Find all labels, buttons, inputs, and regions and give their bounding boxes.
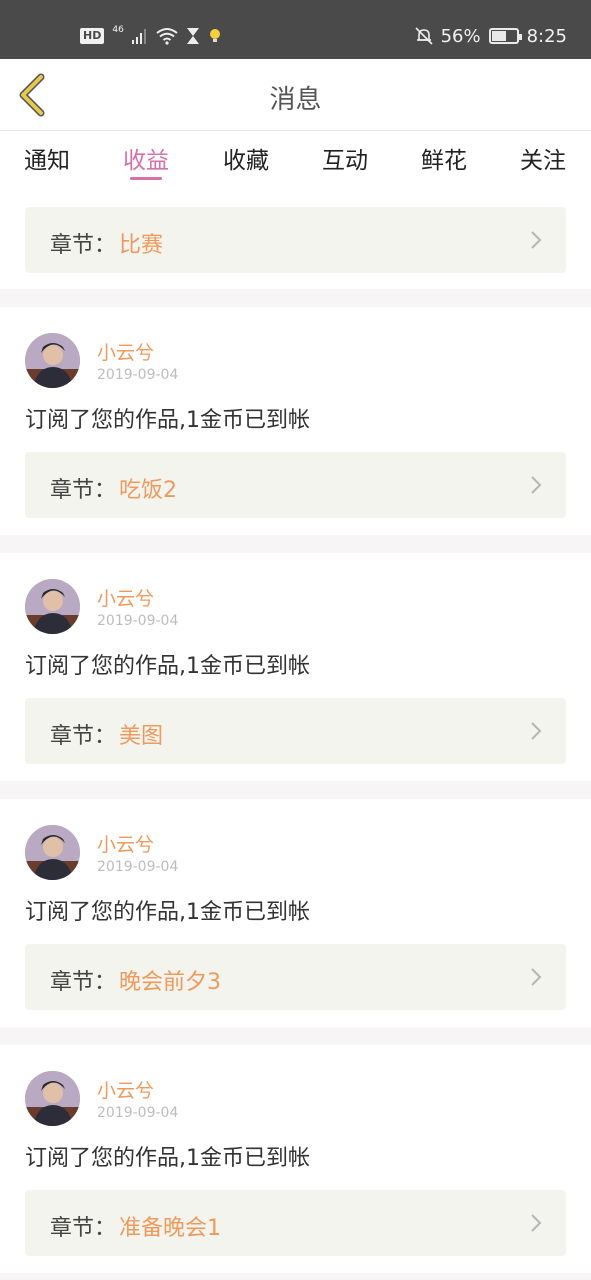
chapter-link[interactable]: 章节： 美图: [25, 698, 566, 764]
tab-following[interactable]: 关注: [507, 141, 579, 175]
status-right: 56% 8:25: [414, 22, 567, 50]
battery-percent: 56%: [440, 25, 481, 47]
chapter-label: 章节：: [50, 1216, 117, 1241]
chevron-right-icon: [531, 231, 542, 249]
chevron-right-icon: [531, 968, 542, 986]
message-card: 小云兮 2019-09-04 订阅了您的作品,1金币已到帐 章节： 准备晚会1: [0, 1045, 591, 1273]
tab-interactions[interactable]: 互动: [309, 141, 381, 175]
chapter-label: 章节：: [50, 724, 117, 749]
date: 2019-09-04: [97, 859, 179, 875]
chevron-right-icon: [531, 476, 542, 494]
chapter-name: 美图: [119, 724, 164, 749]
avatar[interactable]: [25, 333, 80, 388]
chapter-link[interactable]: 章节： 晚会前夕3: [25, 944, 566, 1010]
username[interactable]: 小云兮: [97, 338, 154, 365]
hd-badge: HD: [80, 28, 105, 44]
date: 2019-09-04: [97, 613, 179, 629]
user-row: 小云兮 2019-09-04: [0, 553, 591, 644]
message-card: 小云兮 2019-09-04 订阅了您的作品,1金币已到帐 章节： 美图: [0, 553, 591, 781]
clock: 8:25: [526, 25, 567, 47]
username[interactable]: 小云兮: [97, 584, 154, 611]
chevron-right-icon: [531, 1214, 542, 1232]
status-bar: HD 46 56% 8:25: [0, 0, 591, 59]
message-card: 章节： 比赛: [0, 187, 591, 289]
avatar-image: [25, 825, 80, 880]
divider: [0, 289, 591, 307]
chapter-name: 准备晚会1: [119, 1216, 221, 1241]
message-card: 小云兮 2019-09-04 订阅了您的作品,1金币已到帐 章节： 晚会前夕3: [0, 799, 591, 1027]
avatar[interactable]: [25, 825, 80, 880]
chevron-right-icon: [531, 722, 542, 740]
page-title: 消息: [269, 85, 322, 115]
username[interactable]: 小云兮: [97, 830, 154, 857]
username[interactable]: 小云兮: [97, 1076, 154, 1103]
divider: [0, 1273, 591, 1280]
message-text: 订阅了您的作品,1金币已到帐: [25, 1146, 310, 1171]
battery-icon: [488, 28, 522, 44]
tab-notifications[interactable]: 通知: [11, 141, 83, 175]
user-row: 小云兮 2019-09-04: [0, 1045, 591, 1136]
tab-flowers[interactable]: 鲜花: [408, 141, 480, 175]
avatar[interactable]: [25, 1071, 80, 1126]
chapter-link[interactable]: 章节： 吃饭2: [25, 452, 566, 518]
message-text: 订阅了您的作品,1金币已到帐: [25, 900, 310, 925]
chapter-label: 章节：: [50, 970, 117, 995]
wifi-icon: [156, 28, 178, 45]
user-row: 小云兮 2019-09-04: [0, 307, 591, 398]
divider: [0, 1027, 591, 1045]
user-row: 小云兮 2019-09-04: [0, 799, 591, 890]
message-feed: 章节： 比赛 小云兮 2019-09-04 订阅了您的作品,1金币已到帐 章节：…: [0, 187, 591, 1280]
message-text: 订阅了您的作品,1金币已到帐: [25, 654, 310, 679]
chapter-link[interactable]: 章节： 比赛: [25, 207, 566, 273]
avatar-image: [25, 333, 80, 388]
hourglass-icon: [186, 28, 199, 44]
network-type: 46: [112, 25, 124, 35]
chapter-name: 比赛: [119, 233, 164, 258]
header: 消息: [0, 59, 591, 131]
divider: [0, 535, 591, 553]
avatar-image: [25, 579, 80, 634]
date: 2019-09-04: [97, 1105, 179, 1121]
chapter-name: 晚会前夕3: [119, 970, 221, 995]
active-tab-indicator: [130, 177, 162, 180]
status-left: HD 46: [80, 22, 222, 50]
chapter-label: 章节：: [50, 233, 117, 258]
chapter-name: 吃饭2: [119, 478, 177, 503]
tab-earnings[interactable]: 收益: [110, 141, 182, 175]
message-card: 小云兮 2019-09-04 订阅了您的作品,1金币已到帐 章节： 吃饭2: [0, 307, 591, 535]
date: 2019-09-04: [97, 367, 179, 383]
mute-bell-icon: [414, 27, 433, 45]
tab-favorites[interactable]: 收藏: [210, 141, 282, 175]
chapter-link[interactable]: 章节： 准备晚会1: [25, 1190, 566, 1256]
chapter-label: 章节：: [50, 478, 117, 503]
signal-icon: [131, 29, 146, 44]
avatar-image: [25, 1071, 80, 1126]
avatar[interactable]: [25, 579, 80, 634]
bulb-icon: [209, 29, 220, 42]
divider: [0, 781, 591, 799]
message-text: 订阅了您的作品,1金币已到帐: [25, 408, 310, 433]
tab-bar: 通知 收益 收藏 互动 鲜花 关注: [0, 131, 591, 187]
